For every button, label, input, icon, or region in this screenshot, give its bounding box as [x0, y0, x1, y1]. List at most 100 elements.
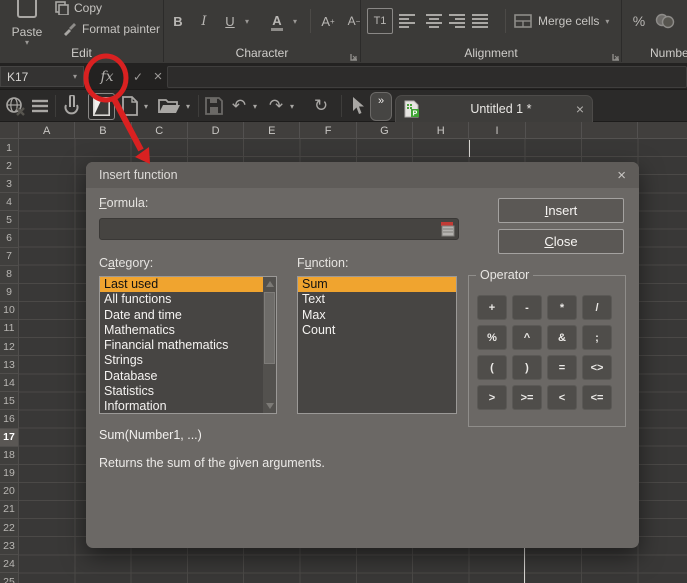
row-header[interactable]: 14 — [0, 374, 19, 392]
row-header[interactable]: 12 — [0, 338, 19, 356]
italic-button[interactable]: I — [196, 8, 212, 34]
function-item-selected[interactable]: Sum — [298, 277, 456, 292]
row-header[interactable]: 19 — [0, 465, 19, 483]
touch-mode-button[interactable] — [60, 94, 82, 118]
column-header[interactable]: G — [357, 122, 413, 139]
close-button[interactable]: Close — [498, 229, 624, 254]
row-header[interactable]: 8 — [0, 266, 19, 284]
merge-cells-button[interactable]: Merge cells ▾ — [514, 12, 609, 30]
operator-button[interactable]: ( — [477, 355, 507, 380]
row-header[interactable]: 23 — [0, 537, 19, 555]
function-item[interactable]: Text — [298, 292, 456, 307]
alignment-dialog-launcher[interactable] — [612, 53, 620, 61]
align-right-button[interactable] — [448, 12, 466, 30]
row-header[interactable]: 3 — [0, 175, 19, 193]
document-tab[interactable]: P Untitled 1 * × — [395, 95, 593, 122]
sidebar-button[interactable] — [30, 96, 50, 116]
insert-button[interactable]: Insert — [498, 198, 624, 223]
currency-format-button[interactable] — [653, 8, 677, 34]
cancel-entry-button[interactable]: × — [148, 66, 168, 87]
scroll-up-icon[interactable] — [266, 281, 274, 287]
row-header[interactable]: 22 — [0, 519, 19, 537]
operator-button[interactable]: ; — [582, 325, 612, 350]
column-header[interactable] — [526, 122, 582, 139]
text-orientation-button[interactable]: T1 — [367, 8, 393, 34]
paste-button[interactable]: Paste ▾ — [2, 0, 52, 46]
category-item[interactable]: Database — [100, 369, 276, 384]
font-color-dropdown[interactable]: ▾ — [288, 8, 302, 34]
dialog-titlebar[interactable]: Insert function × — [86, 162, 639, 188]
category-scrollbar[interactable] — [263, 277, 276, 413]
column-header[interactable]: B — [75, 122, 131, 139]
operator-button[interactable]: / — [582, 295, 612, 320]
category-item[interactable]: Mathematics — [100, 323, 276, 338]
confirm-entry-button[interactable]: ✓ — [128, 66, 148, 87]
cell-reference-box[interactable]: K17 ▾ — [0, 66, 84, 87]
row-header-active[interactable]: 17 — [0, 429, 19, 447]
row-header[interactable]: 24 — [0, 555, 19, 573]
formula-input[interactable] — [167, 66, 687, 88]
function-item[interactable]: Max — [298, 308, 456, 323]
scrollbar-thumb[interactable] — [264, 292, 275, 364]
category-item[interactable]: Statistics — [100, 384, 276, 399]
undo-button[interactable]: ↶ — [229, 94, 249, 118]
select-all-corner[interactable] — [0, 122, 19, 139]
shrink-dialog-icon[interactable] — [439, 222, 455, 237]
row-header[interactable]: 15 — [0, 392, 19, 410]
row-header[interactable]: 4 — [0, 193, 19, 211]
row-header[interactable]: 25 — [0, 573, 19, 583]
dialog-close-button[interactable]: × — [617, 167, 626, 184]
row-header[interactable]: 7 — [0, 248, 19, 266]
category-item[interactable]: All functions — [100, 292, 276, 307]
operator-button[interactable]: % — [477, 325, 507, 350]
align-left-button[interactable] — [398, 12, 416, 30]
column-header[interactable]: I — [469, 122, 525, 139]
column-header[interactable]: F — [300, 122, 356, 139]
open-document-button[interactable] — [157, 97, 181, 115]
operator-button[interactable]: + — [477, 295, 507, 320]
function-item[interactable]: Count — [298, 323, 456, 338]
function-listbox[interactable]: Sum Text Max Count — [297, 276, 457, 414]
row-header[interactable]: 2 — [0, 157, 19, 175]
operator-button[interactable]: >= — [512, 385, 542, 410]
column-header[interactable]: A — [19, 122, 75, 139]
tab-close-button[interactable]: × — [576, 101, 584, 117]
row-header[interactable]: 21 — [0, 501, 19, 519]
row-header[interactable]: 6 — [0, 229, 19, 247]
operator-button[interactable]: > — [477, 385, 507, 410]
column-header[interactable] — [582, 122, 638, 139]
copy-button[interactable]: Copy — [55, 0, 102, 16]
undo-dropdown[interactable]: ▾ — [249, 95, 261, 117]
column-header[interactable]: D — [188, 122, 244, 139]
insert-function-button[interactable]: fx — [94, 66, 120, 87]
format-painter-button[interactable]: Format painter — [62, 21, 160, 37]
column-header[interactable]: C — [132, 122, 188, 139]
row-header[interactable]: 11 — [0, 320, 19, 338]
redo-button[interactable]: ↷ — [266, 94, 286, 118]
underline-dropdown[interactable]: ▾ — [240, 8, 254, 34]
select-mode-button[interactable] — [348, 94, 368, 118]
operator-button[interactable]: - — [512, 295, 542, 320]
row-header[interactable]: 13 — [0, 356, 19, 374]
column-header[interactable]: E — [244, 122, 300, 139]
category-item[interactable]: Date and time — [100, 308, 276, 323]
row-header[interactable]: 5 — [0, 211, 19, 229]
repeat-button[interactable]: ↻ — [310, 94, 332, 118]
column-header[interactable]: H — [413, 122, 469, 139]
align-center-button[interactable] — [425, 12, 443, 30]
operator-button[interactable]: ) — [512, 355, 542, 380]
row-header[interactable]: 1 — [0, 139, 19, 157]
operator-button[interactable]: * — [547, 295, 577, 320]
web-disabled-button[interactable] — [4, 95, 26, 117]
operator-button[interactable]: <> — [582, 355, 612, 380]
operator-button[interactable]: ^ — [512, 325, 542, 350]
row-header[interactable]: 18 — [0, 447, 19, 465]
redo-dropdown[interactable]: ▾ — [286, 95, 298, 117]
percent-format-button[interactable]: % — [629, 8, 649, 34]
underline-button[interactable]: U — [220, 8, 240, 34]
character-dialog-launcher[interactable] — [350, 53, 358, 61]
dialog-formula-input[interactable] — [99, 218, 459, 240]
open-document-dropdown[interactable]: ▾ — [182, 95, 194, 117]
category-item[interactable]: Information — [100, 399, 276, 414]
row-header[interactable]: 10 — [0, 302, 19, 320]
